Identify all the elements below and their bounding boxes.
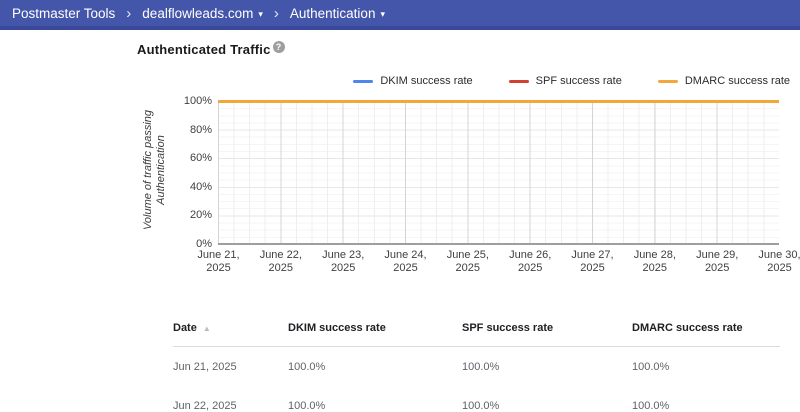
x-tick-label: June 30, 2025 <box>748 249 800 275</box>
table-header-row: Date ▲ DKIM success rate SPF success rate… <box>173 309 780 347</box>
spf-line-swatch-icon <box>509 80 529 83</box>
app-bar: Postmaster Tools › dealflowleads.com▾ › … <box>0 0 800 30</box>
caret-down-icon: ▾ <box>380 9 385 19</box>
dmarc-line-swatch-icon <box>658 80 678 83</box>
x-axis-line <box>218 243 779 245</box>
chart-legend: DKIM success rate SPF success rate DMARC… <box>353 75 790 87</box>
legend-label: DKIM success rate <box>380 75 472 87</box>
cell-date: Jun 22, 2025 <box>173 400 288 412</box>
cell-dkim: 100.0% <box>288 361 462 373</box>
x-tick-label: June 25, 2025 <box>436 249 499 275</box>
x-tick-label: June 28, 2025 <box>623 249 686 275</box>
column-header-spf[interactable]: SPF success rate <box>462 322 632 334</box>
legend-item-dkim: DKIM success rate <box>353 75 472 87</box>
chevron-right-icon: › <box>274 6 279 21</box>
x-tick-label: June 26, 2025 <box>499 249 562 275</box>
column-header-dkim[interactable]: DKIM success rate <box>288 322 462 334</box>
table-row: Jun 21, 2025 100.0% 100.0% 100.0% <box>173 347 780 386</box>
help-icon[interactable]: ? <box>273 41 285 53</box>
legend-item-dmarc: DMARC success rate <box>658 75 790 87</box>
column-header-label: Date <box>173 322 197 334</box>
x-tick-label: June 24, 2025 <box>374 249 437 275</box>
dmarc-series-line <box>218 100 779 103</box>
postmaster-tools-page: Postmaster Tools › dealflowleads.com▾ › … <box>0 0 800 412</box>
cell-dmarc: 100.0% <box>632 361 780 373</box>
chart-plot-area <box>218 101 779 244</box>
cell-spf: 100.0% <box>462 361 632 373</box>
legend-label: DMARC success rate <box>685 75 790 87</box>
x-tick-label: June 23, 2025 <box>312 249 375 275</box>
legend-label: SPF success rate <box>536 75 622 87</box>
caret-down-icon: ▾ <box>258 9 263 19</box>
y-tick-label: 100% <box>150 95 212 107</box>
x-tick-label: June 21, 2025 <box>187 249 250 275</box>
y-tick-label: 60% <box>150 152 212 164</box>
section-dropdown[interactable]: Authentication ▾ <box>290 6 385 21</box>
x-tick-label: June 29, 2025 <box>686 249 749 275</box>
column-header-date[interactable]: Date ▲ <box>173 322 288 334</box>
auth-data-table: Date ▲ DKIM success rate SPF success rate… <box>173 309 780 412</box>
dkim-line-swatch-icon <box>353 80 373 83</box>
cell-dmarc: 100.0% <box>632 400 780 412</box>
domain-dropdown-label: dealflowleads.com <box>142 6 253 21</box>
page-title: Authenticated Traffic <box>137 42 271 57</box>
x-tick-label: June 27, 2025 <box>561 249 624 275</box>
x-tick-label: June 22, 2025 <box>249 249 312 275</box>
table-row: Jun 22, 2025 100.0% 100.0% 100.0% <box>173 386 780 412</box>
cell-spf: 100.0% <box>462 400 632 412</box>
legend-item-spf: SPF success rate <box>509 75 622 87</box>
product-title-link[interactable]: Postmaster Tools <box>12 6 115 21</box>
y-tick-label: 40% <box>150 181 212 193</box>
y-axis-title: Volume of traffic passing Authentication <box>142 95 172 245</box>
chevron-right-icon: › <box>126 6 131 21</box>
page-title-row: Authenticated Traffic ? <box>137 42 285 57</box>
section-dropdown-label: Authentication <box>290 6 376 21</box>
sort-asc-icon: ▲ <box>203 324 211 333</box>
y-tick-label: 80% <box>150 124 212 136</box>
domain-dropdown[interactable]: dealflowleads.com ▾ <box>142 6 263 21</box>
y-tick-label: 20% <box>150 209 212 221</box>
column-header-dmarc[interactable]: DMARC success rate <box>632 322 780 334</box>
cell-dkim: 100.0% <box>288 400 462 412</box>
cell-date: Jun 21, 2025 <box>173 361 288 373</box>
